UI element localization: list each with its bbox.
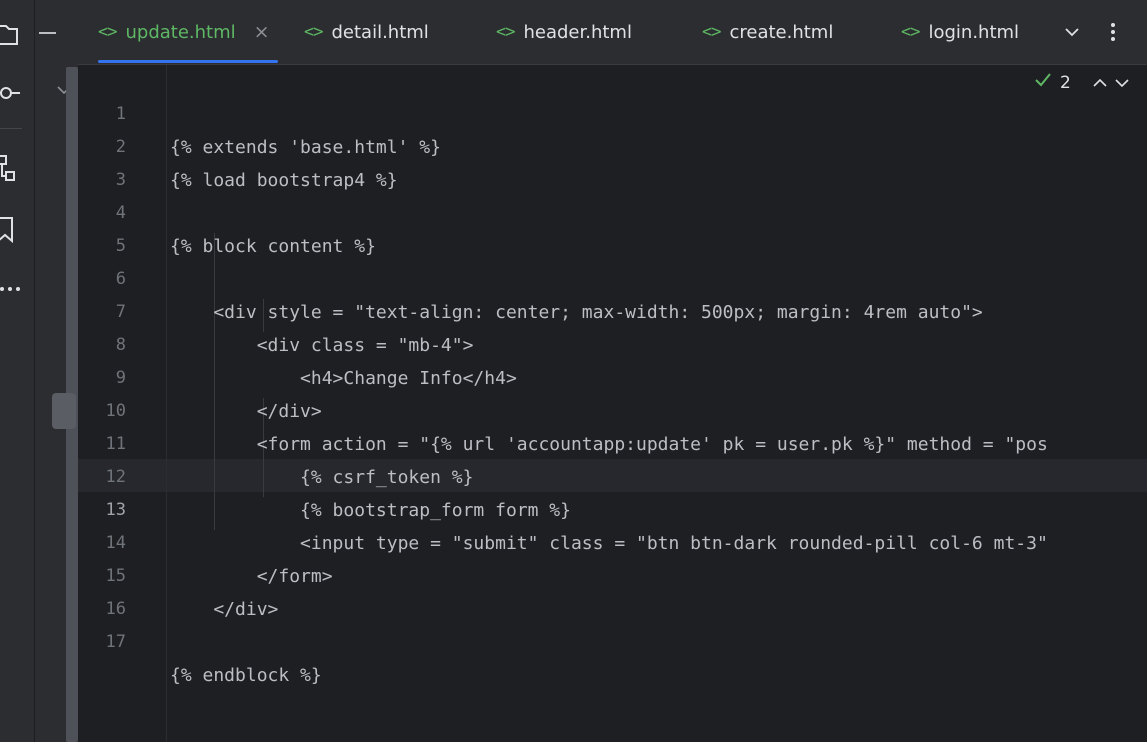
html-tag-icon: <> bbox=[702, 22, 722, 42]
code-line: 11 {% csrf_token %} bbox=[78, 395, 1147, 488]
code-line: 12 {% bootstrap_form form %} bbox=[78, 428, 1147, 521]
code-line: 1 {% extends 'base.html' %} bbox=[78, 65, 1147, 158]
close-icon[interactable]: × bbox=[254, 21, 270, 43]
code-line: 3 bbox=[78, 131, 1147, 190]
toolstrip-separator bbox=[0, 128, 22, 129]
minimize-icon[interactable] bbox=[39, 32, 56, 34]
arrow-up-icon[interactable] bbox=[1093, 73, 1107, 93]
tab-header-html[interactable]: <> header.html bbox=[496, 0, 632, 64]
arrow-down-icon[interactable] bbox=[1115, 73, 1129, 93]
code-line: 7 <div class = "mb-4"> bbox=[78, 263, 1147, 356]
structure-icon[interactable] bbox=[0, 154, 26, 184]
code-line: 8 <h4>Change Info</h4> bbox=[78, 296, 1147, 389]
html-tag-icon: <> bbox=[98, 22, 118, 42]
bookmark-icon[interactable] bbox=[0, 214, 26, 244]
scrollbar-thumb[interactable] bbox=[52, 393, 76, 429]
inspection-widget[interactable]: 2 bbox=[1034, 71, 1129, 94]
more-icon[interactable] bbox=[0, 274, 26, 304]
code-line: 6 <div style = "text-align: center; max-… bbox=[78, 230, 1147, 323]
tab-label: create.html bbox=[729, 21, 834, 43]
project-panel bbox=[35, 0, 78, 742]
tab-label: update.html bbox=[125, 21, 236, 43]
code-line: 17 {% endblock %} bbox=[78, 593, 1147, 686]
code-line: 16 bbox=[78, 560, 1147, 619]
inspection-count: 2 bbox=[1060, 72, 1071, 93]
folder-icon[interactable] bbox=[0, 18, 26, 48]
kebab-menu-icon[interactable] bbox=[1110, 22, 1116, 46]
code-line: 10 <form action = "{% url 'accountapp:up… bbox=[78, 362, 1147, 455]
tab-update-html[interactable]: <> update.html × bbox=[98, 0, 278, 64]
tool-window-stripe bbox=[0, 0, 35, 742]
html-tag-icon: <> bbox=[901, 22, 921, 42]
tab-create-html[interactable]: <> create.html bbox=[702, 0, 833, 64]
code-line-current: 13 <input type = "submit" class = "btn b… bbox=[78, 461, 1147, 554]
editor-tab-bar: <> update.html × <> detail.html <> heade… bbox=[78, 0, 1147, 65]
tab-detail-html[interactable]: <> detail.html bbox=[304, 0, 429, 64]
html-tag-icon: <> bbox=[496, 22, 516, 42]
commit-icon[interactable] bbox=[0, 78, 26, 108]
tab-login-html[interactable]: <> login.html bbox=[901, 0, 1019, 64]
html-tag-icon: <> bbox=[304, 22, 324, 42]
check-icon bbox=[1034, 71, 1052, 94]
code-line: 15 </div> bbox=[78, 527, 1147, 620]
code-editor[interactable]: 1 {% extends 'base.html' %} 2 {% load bo… bbox=[78, 65, 1147, 742]
tab-label: header.html bbox=[523, 21, 632, 43]
code-line: 14 </form> bbox=[78, 494, 1147, 587]
code-line: 2 {% load bootstrap4 %} bbox=[78, 98, 1147, 191]
chevron-down-icon[interactable] bbox=[1064, 24, 1080, 44]
code-line: 9 </div> bbox=[78, 329, 1147, 422]
code-line: 4 {% block content %} bbox=[78, 164, 1147, 257]
code-line: 5 bbox=[78, 197, 1147, 256]
code-text: {% endblock %} bbox=[170, 665, 322, 686]
tab-label: detail.html bbox=[331, 21, 429, 43]
line-number: 17 bbox=[105, 632, 126, 652]
tab-label: login.html bbox=[928, 21, 1020, 43]
